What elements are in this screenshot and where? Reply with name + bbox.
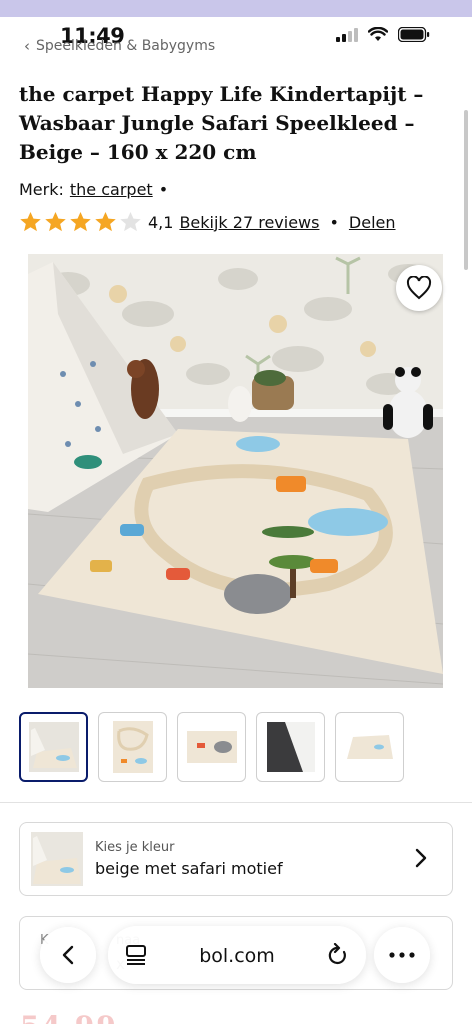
chevron-left-icon: ‹ — [24, 37, 30, 55]
favorite-button[interactable] — [396, 265, 442, 311]
thumbnail-image — [266, 722, 315, 772]
color-selector-value: beige met safari motief — [95, 859, 283, 878]
chevron-right-icon — [415, 848, 427, 868]
thumbnail-5[interactable] — [335, 712, 404, 782]
thumbnail-2[interactable] — [98, 712, 167, 782]
share-link[interactable]: Delen — [349, 213, 396, 232]
wifi-icon — [368, 27, 388, 41]
thumbnail-image — [186, 731, 237, 763]
star-icon — [95, 211, 116, 232]
top-color-strip — [0, 0, 472, 17]
brand-row: Merk: the carpet • — [19, 180, 168, 199]
browser-toolbar: bol.com — [0, 922, 472, 992]
address-bar[interactable]: bol.com — [108, 926, 366, 984]
signal-icon — [336, 27, 358, 42]
status-icons — [336, 27, 430, 42]
page-scrollbar[interactable] — [464, 110, 468, 270]
product-main-image[interactable] — [28, 254, 443, 688]
star-icon — [45, 211, 66, 232]
back-button[interactable] — [40, 927, 96, 983]
thumbnail-4[interactable] — [256, 712, 325, 782]
thumbnail-image — [112, 721, 153, 773]
rating-score: 4,1 — [148, 212, 174, 232]
heart-icon — [406, 276, 432, 300]
reload-icon[interactable] — [327, 943, 349, 967]
price-peek: 54,99 — [20, 1010, 118, 1024]
star-empty-icon — [120, 211, 141, 232]
breadcrumb[interactable]: ‹ Speelkleden & Babygyms — [24, 37, 215, 55]
rating-separator: • — [329, 212, 339, 232]
color-selector-label: Kies je kleur — [95, 840, 175, 855]
brand-separator: • — [158, 180, 169, 199]
safari-rug-photo — [28, 254, 443, 688]
breadcrumb-label: Speelkleden & Babygyms — [36, 38, 216, 54]
brand-label: Merk: — [19, 180, 64, 199]
thumbnail-1[interactable] — [19, 712, 88, 782]
color-selector[interactable]: Kies je kleur beige met safari motief — [19, 822, 453, 896]
section-divider — [0, 802, 472, 803]
battery-icon — [398, 27, 430, 42]
reviews-link[interactable]: Bekijk 27 reviews — [179, 213, 319, 232]
thumbnail-image — [28, 722, 79, 772]
rating-stars — [19, 211, 142, 233]
product-title: the carpet Happy Life Kindertapijt – Was… — [19, 82, 424, 164]
more-button[interactable] — [374, 927, 430, 983]
brand-link[interactable]: the carpet — [70, 180, 153, 199]
color-swatch-image — [31, 832, 83, 886]
thumbnail-strip — [19, 712, 404, 782]
chevron-left-icon — [62, 945, 74, 965]
star-icon — [20, 211, 41, 232]
rating-row: 4,1 Bekijk 27 reviews • Delen — [19, 211, 396, 233]
star-icon — [70, 211, 91, 232]
more-dots-icon — [389, 952, 415, 958]
thumbnail-3[interactable] — [177, 712, 246, 782]
thumbnail-image — [344, 727, 395, 767]
